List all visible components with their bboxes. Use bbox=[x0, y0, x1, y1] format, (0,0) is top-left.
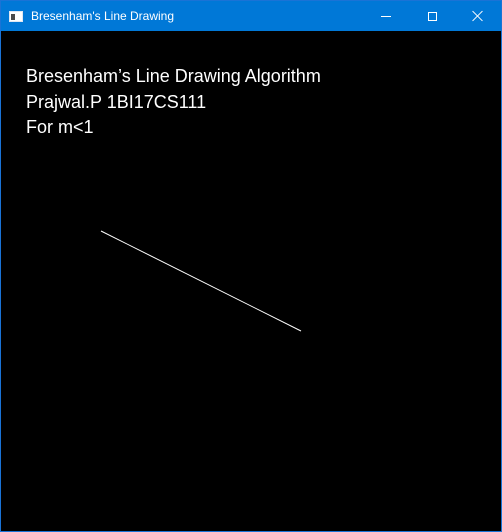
close-icon bbox=[472, 10, 484, 22]
console-window-icon[interactable] bbox=[9, 10, 23, 22]
window-controls bbox=[363, 1, 501, 31]
app-window: Bresenham's Line Drawing Bresenham’s Lin… bbox=[0, 0, 502, 532]
minimize-icon bbox=[381, 15, 391, 17]
maximize-icon bbox=[427, 11, 437, 21]
title-bar[interactable]: Bresenham's Line Drawing bbox=[1, 1, 501, 31]
drawing-canvas: Bresenham’s Line Drawing Algorithm Prajw… bbox=[1, 31, 501, 531]
minimize-button[interactable] bbox=[363, 1, 409, 31]
maximize-button[interactable] bbox=[409, 1, 455, 31]
bresenham-line bbox=[100, 230, 302, 332]
window-title: Bresenham's Line Drawing bbox=[31, 9, 175, 23]
close-button[interactable] bbox=[455, 1, 501, 31]
line-drawing bbox=[100, 230, 302, 332]
